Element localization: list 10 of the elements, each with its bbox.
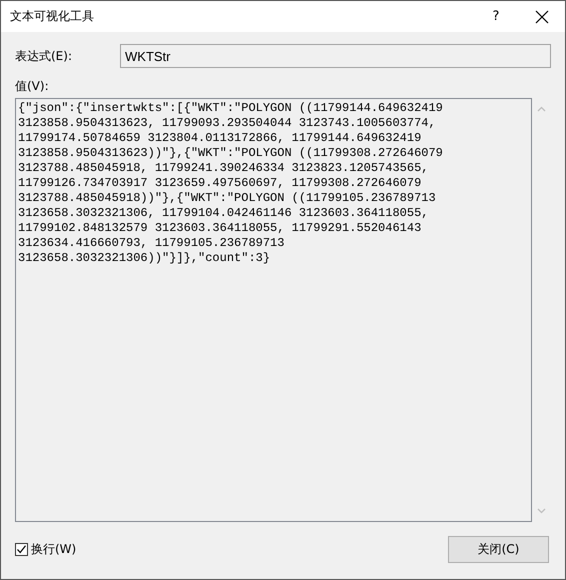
- expression-label: 表达式(E):: [15, 48, 73, 64]
- scroll-up-icon[interactable]: [537, 106, 546, 112]
- value-label: 值(V):: [15, 78, 50, 95]
- window-title: 文本可视化工具: [10, 8, 95, 25]
- help-button[interactable]: ?: [473, 1, 519, 32]
- scroll-down-icon[interactable]: [537, 508, 546, 514]
- wrap-checkbox[interactable]: 换行(W): [15, 541, 76, 558]
- close-dialog-button[interactable]: 关闭(C): [448, 536, 549, 563]
- close-icon: [535, 10, 549, 24]
- expression-field[interactable]: WKTStr: [120, 44, 551, 68]
